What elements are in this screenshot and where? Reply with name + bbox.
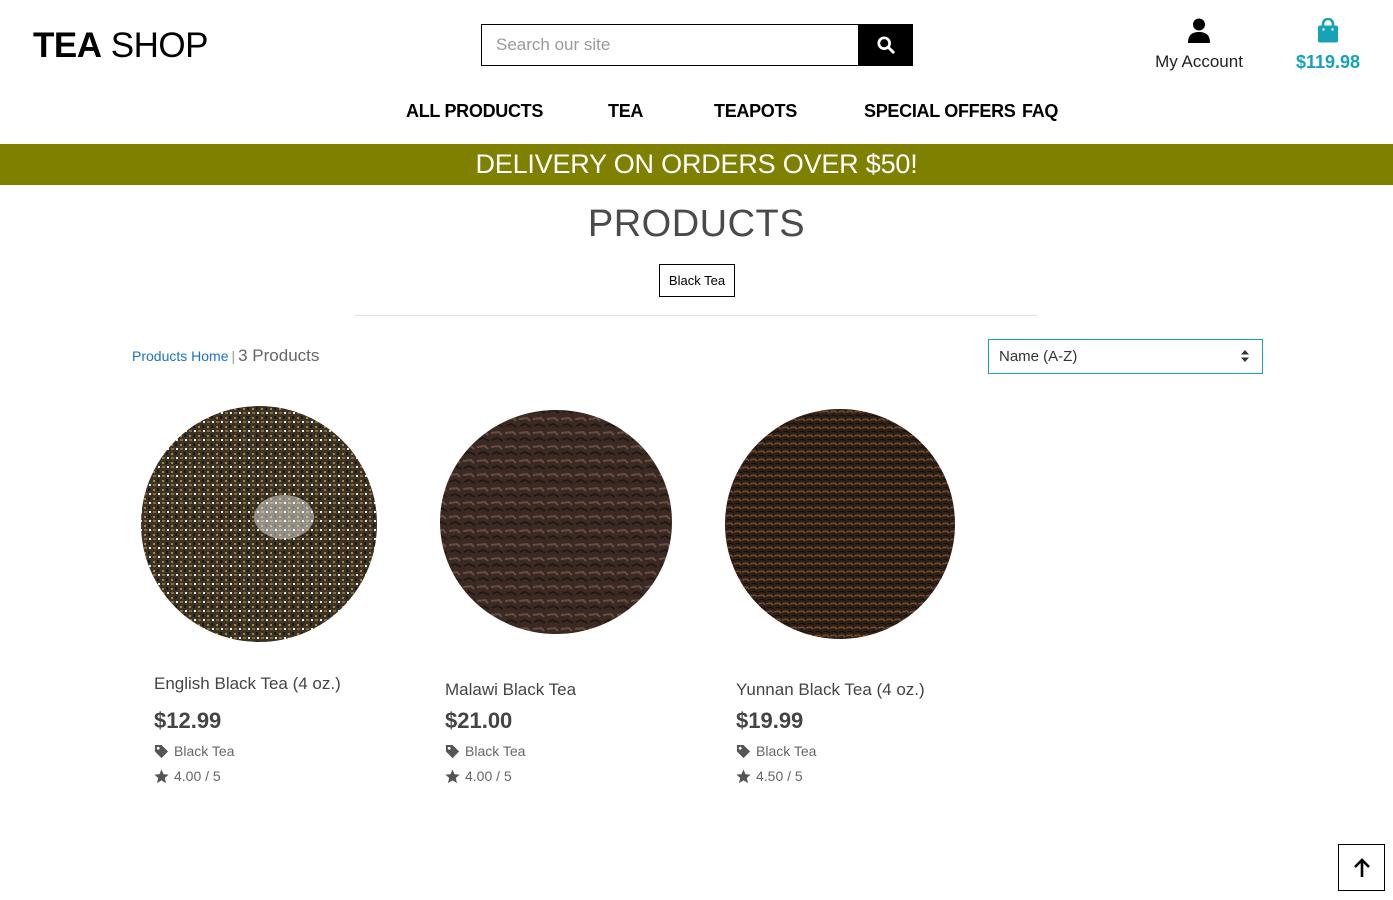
shopping-bag-icon [1318,17,1338,43]
product-category: Black Tea [465,743,526,759]
nav-faq[interactable]: FAQ [1022,101,1058,122]
product-category: Black Tea [756,743,817,759]
shopping-bag-link[interactable]: $119.98 [1288,17,1368,73]
search-form [481,24,913,66]
nav-special-offers[interactable]: SPECIAL OFFERS [864,101,1016,122]
bag-total: $119.98 [1295,52,1361,72]
product-image-malawi-black-tea[interactable] [434,402,684,647]
products-home-link[interactable]: Products Home [132,348,228,364]
tag-icon [154,744,169,758]
nav-all-products[interactable]: ALL PRODUCTS [406,101,543,122]
product-rating-value: 4.00 / 5 [465,768,512,784]
page-title: PRODUCTS [587,203,806,245]
product-category-link[interactable]: Black Tea [445,743,525,759]
product-price: $12.99 [154,708,222,733]
search-icon [876,36,895,54]
search-input[interactable] [481,24,858,66]
product-rating: 4.50 / 5 [736,768,803,784]
my-account-label: My Account [1155,52,1243,71]
product-count: 3 Products [238,346,320,365]
category-chip[interactable]: Black Tea [659,264,735,297]
product-category-link[interactable]: Black Tea [736,743,816,759]
logo-light-text: SHOP [110,26,209,65]
sort-value: Name (A-Z) [999,348,1078,365]
star-icon [154,768,169,783]
logo-bold-text: TEA [33,26,102,65]
arrow-up-icon [1353,857,1370,877]
delivery-banner: DELIVERY ON ORDERS OVER $50! [0,144,1393,185]
product-image-yunnan-black-tea[interactable] [718,402,968,647]
nav-teapots[interactable]: TEAPOTS [714,101,797,122]
breadcrumb-separator: | [231,348,236,364]
breadcrumb: Products Home | 3 Products [132,346,319,366]
star-icon [736,768,751,783]
divider [354,315,1038,316]
tag-icon [736,744,751,758]
star-icon [445,768,460,783]
product-price: $19.99 [736,708,804,733]
product-rating: 4.00 / 5 [154,768,221,784]
my-account-link[interactable]: My Account [1140,18,1258,72]
tag-icon [445,744,460,758]
product-name[interactable]: Malawi Black Tea [445,680,576,700]
back-to-top-button[interactable] [1338,844,1385,891]
nav-tea[interactable]: TEA [608,101,643,122]
sort-select[interactable]: Name (A-Z) [988,339,1263,374]
sort-arrows-icon [1241,350,1249,362]
product-rating-value: 4.50 / 5 [756,768,803,784]
search-button[interactable] [858,24,913,66]
product-category: Black Tea [174,743,235,759]
user-icon [1188,18,1210,43]
product-price: $21.00 [445,708,513,733]
product-name[interactable]: English Black Tea (4 oz.) [154,674,341,694]
product-category-link[interactable]: Black Tea [154,743,234,759]
product-rating: 4.00 / 5 [445,768,512,784]
product-name[interactable]: Yunnan Black Tea (4 oz.) [736,680,925,700]
product-rating-value: 4.00 / 5 [174,768,221,784]
product-image-english-black-tea[interactable] [134,402,384,647]
site-logo[interactable]: TEA SHOP [33,26,208,66]
